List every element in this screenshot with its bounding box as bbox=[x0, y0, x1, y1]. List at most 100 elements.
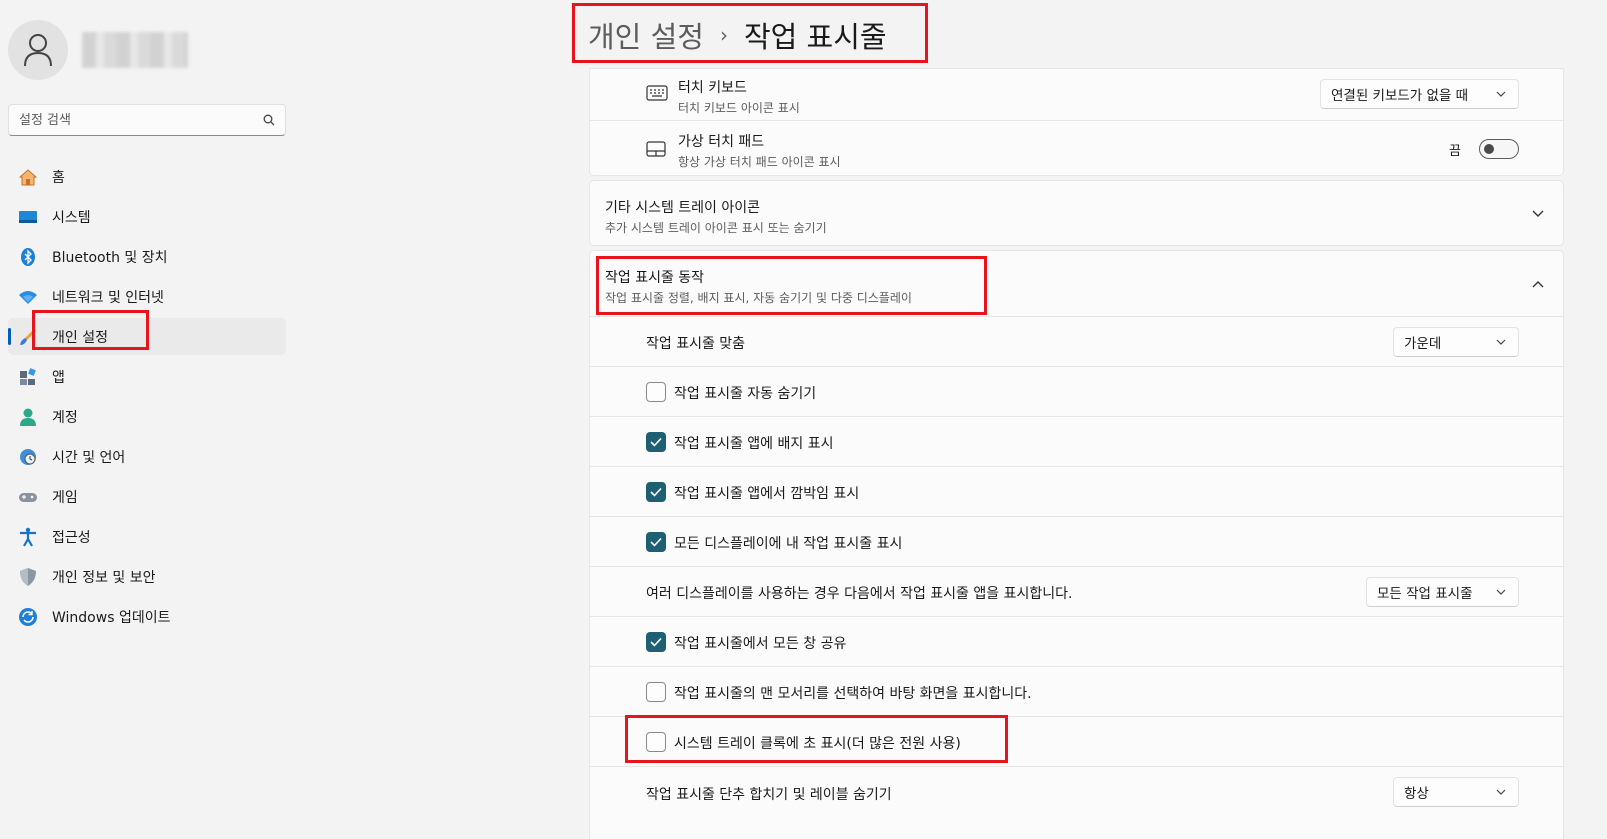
all-displays-label: 모든 디스플레이에 내 작업 표시줄 표시 bbox=[674, 536, 903, 552]
checkmark-icon bbox=[650, 437, 662, 447]
flashing-label: 작업 표시줄 앱에서 깜박임 표시 bbox=[674, 486, 860, 502]
alignment-dropdown[interactable]: 가운데 bbox=[1393, 327, 1519, 357]
flashing-checkbox[interactable] bbox=[646, 482, 666, 502]
chevron-up-icon[interactable] bbox=[1531, 277, 1545, 291]
dropdown-value: 항상 bbox=[1404, 786, 1429, 802]
bluetooth-icon bbox=[18, 247, 38, 267]
other-tray-title: 기타 시스템 트레이 아이콘 bbox=[605, 200, 761, 216]
keyboard-icon bbox=[646, 85, 668, 105]
share-windows-checkbox[interactable] bbox=[646, 632, 666, 652]
auto-hide-checkbox[interactable] bbox=[646, 382, 666, 402]
auto-hide-row: 작업 표시줄 자동 숨기기 bbox=[590, 367, 1563, 417]
globe-clock-icon bbox=[18, 447, 38, 467]
sidebar-item-time-language[interactable]: 시간 및 언어 bbox=[8, 438, 286, 475]
virtual-touchpad-toggle[interactable] bbox=[1479, 139, 1519, 159]
badges-checkbox[interactable] bbox=[646, 432, 666, 452]
sidebar-item-label: 개인 정보 및 보안 bbox=[52, 569, 156, 586]
page-title: 작업 표시줄 bbox=[743, 20, 887, 54]
touchpad-icon bbox=[646, 141, 666, 161]
share-windows-row: 작업 표시줄에서 모든 창 공유 bbox=[590, 617, 1563, 667]
brush-icon bbox=[18, 327, 38, 347]
sidebar-item-privacy[interactable]: 개인 정보 및 보안 bbox=[8, 558, 286, 595]
touch-keyboard-title: 터치 키보드 bbox=[678, 80, 747, 96]
dropdown-value: 모든 작업 표시줄 bbox=[1377, 586, 1473, 602]
sidebar-item-label: 앱 bbox=[52, 369, 65, 386]
combine-buttons-dropdown[interactable]: 항상 bbox=[1393, 777, 1519, 807]
search-icon[interactable] bbox=[263, 114, 275, 126]
user-icon bbox=[24, 34, 52, 67]
seconds-clock-label: 시스템 트레이 클록에 초 표시(더 많은 전원 사용) bbox=[674, 736, 961, 752]
combine-buttons-row: 작업 표시줄 단추 합치기 및 레이블 숨기기 항상 bbox=[590, 767, 1563, 819]
sidebar-item-gaming[interactable]: 게임 bbox=[8, 478, 286, 515]
sidebar-item-home[interactable]: 홈 bbox=[8, 158, 286, 195]
behaviors-title: 작업 표시줄 동작 bbox=[605, 270, 705, 286]
multi-display-dropdown[interactable]: 모든 작업 표시줄 bbox=[1366, 577, 1519, 607]
all-displays-row: 모든 디스플레이에 내 작업 표시줄 표시 bbox=[590, 517, 1563, 567]
seconds-clock-checkbox[interactable] bbox=[646, 732, 666, 752]
breadcrumb: 개인 설정 › 작업 표시줄 bbox=[588, 14, 887, 56]
chevron-down-icon bbox=[1496, 88, 1508, 100]
toggle-state-label: 끔 bbox=[1449, 143, 1461, 159]
shield-icon bbox=[18, 567, 38, 587]
behaviors-header[interactable]: 작업 표시줄 동작 작업 표시줄 정렬, 배지 표시, 자동 숨기기 및 다중 … bbox=[590, 251, 1563, 317]
settings-search[interactable] bbox=[8, 104, 286, 136]
sidebar-nav: 홈 시스템 Bluetooth 및 장치 네트워크 및 인터넷 개인 설정 앱 … bbox=[8, 158, 286, 638]
multi-display-row: 여러 디스플레이를 사용하는 경우 다음에서 작업 표시줄 앱을 표시합니다. … bbox=[590, 567, 1563, 617]
sidebar-item-label: 네트워크 및 인터넷 bbox=[52, 289, 164, 306]
sidebar-item-personalization[interactable]: 개인 설정 bbox=[8, 318, 286, 355]
system-icon bbox=[18, 207, 38, 227]
badges-label: 작업 표시줄 앱에 배지 표시 bbox=[674, 436, 834, 452]
touch-keyboard-dropdown[interactable]: 연결된 키보드가 없을 때 bbox=[1320, 79, 1519, 109]
checkmark-icon bbox=[650, 487, 662, 497]
dropdown-value: 가운데 bbox=[1404, 336, 1442, 352]
search-input[interactable] bbox=[19, 112, 263, 128]
sidebar-item-label: 계정 bbox=[52, 409, 78, 426]
sidebar-item-bluetooth[interactable]: Bluetooth 및 장치 bbox=[8, 238, 286, 275]
sidebar-item-accounts[interactable]: 계정 bbox=[8, 398, 286, 435]
touch-settings-card: 터치 키보드 터치 키보드 아이콘 표시 연결된 키보드가 없을 때 가상 터치… bbox=[589, 68, 1564, 176]
sidebar: 홈 시스템 Bluetooth 및 장치 네트워크 및 인터넷 개인 설정 bbox=[0, 0, 300, 839]
chevron-down-icon bbox=[1496, 586, 1508, 598]
chevron-down-icon bbox=[1496, 786, 1508, 798]
combine-buttons-label: 작업 표시줄 단추 합치기 및 레이블 숨기기 bbox=[646, 787, 892, 803]
alignment-row: 작업 표시줄 맞춤 가운데 bbox=[590, 317, 1563, 367]
update-icon bbox=[18, 607, 38, 627]
sidebar-item-system[interactable]: 시스템 bbox=[8, 198, 286, 235]
sidebar-item-windows-update[interactable]: Windows 업데이트 bbox=[8, 598, 286, 635]
breadcrumb-separator: › bbox=[719, 23, 728, 47]
virtual-touchpad-row: 가상 터치 패드 항상 가상 터치 패드 아이콘 표시 끔 bbox=[590, 121, 1563, 177]
all-displays-checkbox[interactable] bbox=[646, 532, 666, 552]
avatar[interactable] bbox=[8, 20, 68, 80]
sidebar-item-label: Bluetooth 및 장치 bbox=[52, 249, 168, 266]
virtual-touchpad-subtitle: 항상 가상 터치 패드 아이콘 표시 bbox=[678, 155, 841, 169]
seconds-clock-row: 시스템 트레이 클록에 초 표시(더 많은 전원 사용) bbox=[590, 717, 1563, 767]
virtual-touchpad-toggle-wrap: 끔 bbox=[1449, 139, 1519, 159]
other-tray-subtitle: 추가 시스템 트레이 아이콘 표시 또는 숨기기 bbox=[605, 221, 827, 235]
sidebar-item-accessibility[interactable]: 접근성 bbox=[8, 518, 286, 555]
breadcrumb-parent[interactable]: 개인 설정 bbox=[588, 14, 704, 56]
share-windows-label: 작업 표시줄에서 모든 창 공유 bbox=[674, 636, 847, 652]
account-icon bbox=[18, 407, 38, 427]
other-tray-icons-card[interactable]: 기타 시스템 트레이 아이콘 추가 시스템 트레이 아이콘 표시 또는 숨기기 bbox=[589, 180, 1564, 246]
wifi-icon bbox=[18, 287, 38, 307]
accessibility-icon bbox=[18, 527, 38, 547]
sidebar-item-label: 시스템 bbox=[52, 209, 91, 226]
touch-keyboard-row: 터치 키보드 터치 키보드 아이콘 표시 연결된 키보드가 없을 때 bbox=[590, 69, 1563, 121]
virtual-touchpad-title: 가상 터치 패드 bbox=[678, 134, 765, 150]
chevron-down-icon[interactable] bbox=[1531, 207, 1545, 221]
alignment-label: 작업 표시줄 맞춤 bbox=[646, 336, 746, 352]
taskbar-behaviors-card: 작업 표시줄 동작 작업 표시줄 정렬, 배지 표시, 자동 숨기기 및 다중 … bbox=[589, 250, 1564, 839]
gamepad-icon bbox=[18, 487, 38, 507]
sidebar-item-network[interactable]: 네트워크 및 인터넷 bbox=[8, 278, 286, 315]
sidebar-item-label: 개인 설정 bbox=[52, 329, 108, 346]
sidebar-item-label: 게임 bbox=[52, 489, 78, 506]
badges-row: 작업 표시줄 앱에 배지 표시 bbox=[590, 417, 1563, 467]
show-desktop-checkbox[interactable] bbox=[646, 682, 666, 702]
touch-keyboard-subtitle: 터치 키보드 아이콘 표시 bbox=[678, 101, 800, 115]
home-icon bbox=[18, 167, 38, 187]
profile[interactable] bbox=[8, 20, 188, 80]
sidebar-item-apps[interactable]: 앱 bbox=[8, 358, 286, 395]
sidebar-item-label: 홈 bbox=[52, 169, 65, 186]
multi-display-label: 여러 디스플레이를 사용하는 경우 다음에서 작업 표시줄 앱을 표시합니다. bbox=[646, 586, 1073, 602]
dropdown-value: 연결된 키보드가 없을 때 bbox=[1331, 88, 1469, 104]
